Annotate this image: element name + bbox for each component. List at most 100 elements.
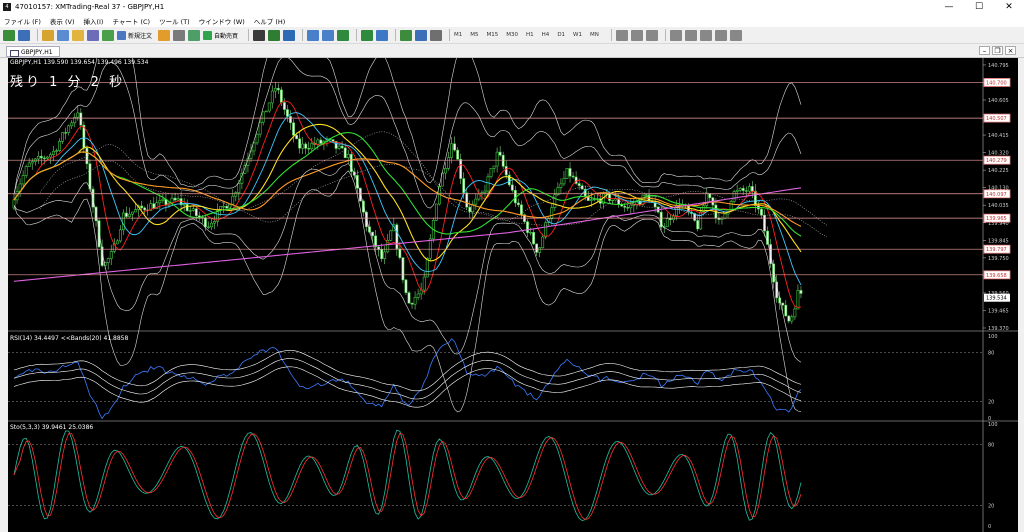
chart-area[interactable]: 140.795140.700140.605140.510140.415140.3…	[8, 58, 1018, 532]
candle-body	[744, 190, 748, 192]
candle-body	[58, 141, 61, 151]
market-watch-icon[interactable]	[42, 29, 54, 41]
timeframe-m1[interactable]: M1	[454, 32, 462, 38]
candle-body	[55, 150, 58, 152]
zoom-in-icon[interactable]	[307, 29, 320, 41]
menu-insert[interactable]: 挿入(I)	[83, 16, 103, 26]
close-button[interactable]: ✕	[994, 0, 1024, 14]
chart-shift-icon[interactable]	[376, 29, 389, 41]
horizontal-line-icon[interactable]	[669, 29, 682, 41]
candle-body	[413, 297, 417, 305]
metaeditor-icon[interactable]	[158, 29, 171, 41]
candle-body	[456, 149, 460, 160]
arrows-icon[interactable]	[729, 29, 742, 41]
level-price-text: 139.797	[986, 247, 1007, 253]
data-window-icon[interactable]	[57, 29, 69, 41]
indicators-icon[interactable]	[400, 29, 413, 41]
candle-body	[264, 110, 268, 113]
candle-body	[571, 175, 575, 178]
menu-tools[interactable]: ツール (T)	[159, 16, 190, 26]
candle-body	[626, 207, 630, 209]
bollinger-lower-line	[13, 163, 802, 363]
candle-body	[793, 308, 797, 318]
stoch-axis-label: 100	[988, 422, 998, 428]
app-icon: 4	[3, 3, 11, 11]
new-order-button[interactable]: 新規注文	[117, 30, 152, 40]
candle-body	[213, 220, 216, 224]
candle-body	[629, 204, 633, 209]
signals-icon[interactable]	[173, 29, 186, 41]
menu-help[interactable]: ヘルプ (H)	[254, 16, 286, 26]
bar-chart-icon[interactable]	[253, 29, 266, 41]
menu-window[interactable]: ウインドウ (W)	[199, 16, 245, 26]
auto-scroll-icon[interactable]	[361, 29, 374, 41]
crosshair-icon[interactable]	[645, 29, 658, 41]
candle-body	[623, 205, 627, 208]
auto-trading-button[interactable]: 自動売買	[203, 30, 238, 40]
menu-view[interactable]: 表示 (V)	[50, 16, 75, 26]
candle-body	[176, 198, 180, 201]
toolbar-separator	[395, 29, 397, 41]
vertical-line-icon[interactable]	[630, 29, 643, 41]
navigator-icon[interactable]	[72, 29, 84, 41]
auto-trading-icon	[203, 30, 213, 40]
price-axis-label: 139.370	[988, 326, 1009, 332]
candle-body	[638, 200, 642, 205]
menu-file[interactable]: ファイル (F)	[4, 16, 41, 26]
menu-chart[interactable]: チャート (C)	[112, 16, 150, 26]
timeframe-mn[interactable]: MN	[590, 32, 599, 38]
candle-body	[346, 153, 350, 159]
timeframe-m5[interactable]: M5	[470, 32, 478, 38]
periods-icon[interactable]	[415, 29, 428, 41]
channel-icon[interactable]	[684, 29, 697, 41]
candle-body	[565, 168, 569, 179]
candle-body	[270, 90, 274, 104]
text-tool-icon[interactable]	[714, 29, 727, 41]
candle-body	[553, 194, 557, 208]
trendline-icon[interactable]	[615, 29, 628, 41]
chart-restore-button[interactable]: ❐	[992, 46, 1003, 55]
candle-body	[231, 195, 235, 205]
rsi-axis-label: 80	[988, 350, 994, 356]
minimize-button[interactable]: —	[934, 0, 964, 14]
maximize-button[interactable]: ☐	[964, 0, 994, 14]
stoch-axis-label: 0	[988, 524, 991, 530]
stoch-main-line	[13, 429, 802, 522]
stoch-signal-line	[13, 432, 802, 520]
candle-body	[39, 156, 43, 159]
timeframe-h4[interactable]: H4	[542, 32, 550, 38]
candle-body	[529, 232, 532, 234]
chart-tabbar: GBPJPY,H1 – ❐ ×	[0, 44, 1024, 58]
timeframe-m30[interactable]: M30	[506, 32, 518, 38]
tile-windows-icon[interactable]	[337, 29, 350, 41]
price-axis-label: 140.795	[988, 63, 1009, 69]
chart-window-tab[interactable]: GBPJPY,H1	[6, 46, 60, 57]
fibonacci-icon[interactable]	[699, 29, 712, 41]
candle-body	[67, 125, 71, 133]
candle-body	[747, 186, 751, 192]
timeframe-m15[interactable]: M15	[487, 32, 499, 38]
timeframe-d1[interactable]: D1	[557, 32, 565, 38]
profiles-icon[interactable]	[18, 29, 30, 41]
templates-icon[interactable]	[430, 29, 443, 41]
line-chart-icon[interactable]	[283, 29, 296, 41]
toolbar-separator	[302, 29, 304, 41]
market-icon[interactable]	[188, 29, 201, 41]
tester-icon[interactable]	[102, 29, 114, 41]
candle-body	[298, 138, 302, 149]
timeframe-h1[interactable]: H1	[526, 32, 534, 38]
candle-body	[173, 197, 177, 201]
chart-minimize-button[interactable]: –	[979, 46, 990, 55]
new-order-icon	[117, 30, 126, 40]
chart-close-button[interactable]: ×	[1005, 46, 1016, 55]
candle-body	[750, 186, 754, 192]
level-price-text: 140.507	[986, 116, 1007, 122]
terminal-icon[interactable]	[87, 29, 99, 41]
zoom-out-icon[interactable]	[322, 29, 335, 41]
new-chart-icon[interactable]	[3, 29, 15, 41]
candle-body	[504, 166, 508, 176]
candle-body	[240, 173, 244, 184]
timeframe-w1[interactable]: W1	[573, 32, 582, 38]
price-chart[interactable]: 140.795140.700140.605140.510140.415140.3…	[8, 58, 1018, 532]
candlestick-icon[interactable]	[268, 29, 281, 41]
